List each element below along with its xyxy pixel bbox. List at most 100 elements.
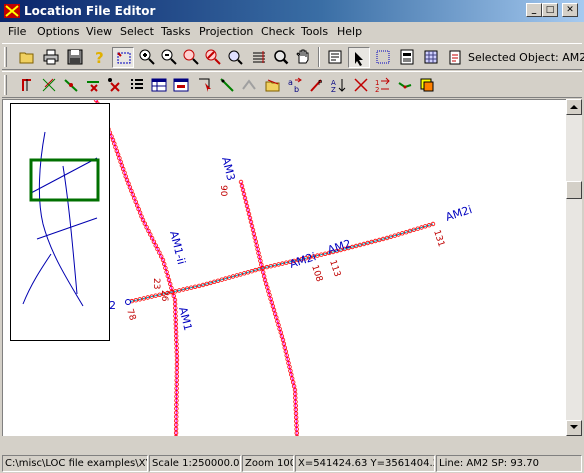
delete-line-button[interactable] (350, 75, 372, 96)
select-object-button[interactable] (348, 47, 370, 68)
reverse-line-button[interactable]: P (306, 75, 328, 96)
close-button[interactable]: ✕ (562, 3, 578, 17)
find-button[interactable] (270, 47, 292, 68)
vertical-scrollbar[interactable] (566, 99, 582, 436)
menu-tools[interactable]: Tools (301, 25, 328, 38)
layers-button[interactable] (248, 47, 270, 68)
rename-button[interactable]: ab (284, 75, 306, 96)
arrow-down-icon (570, 425, 578, 429)
dotted-rectangle-icon (376, 50, 390, 64)
station-label-108: 108 (309, 264, 324, 284)
station-label-23: 23 (151, 278, 161, 289)
status-file-path: C:\misc\LOC file examples\XY (2, 455, 148, 472)
zoom-window-button[interactable] (180, 47, 202, 68)
open-layer-button[interactable] (262, 75, 284, 96)
line-label-am3[interactable]: AM3 (219, 156, 237, 182)
map-canvas[interactable]: AM3 AM1-ii AM1 AM2i AM2 AM2i 90 131 113 … (2, 99, 566, 436)
number-points-button[interactable]: 12 (372, 75, 394, 96)
help-button[interactable]: ? (88, 47, 110, 68)
zoom-previous-icon (205, 49, 221, 65)
menu-view[interactable]: View (86, 25, 112, 38)
join-line-button[interactable] (60, 75, 82, 96)
interpolate-button[interactable] (394, 75, 416, 96)
print-button[interactable] (40, 47, 62, 68)
station-label-113: 113 (327, 259, 342, 278)
status-coordinates: X=541424.63 Y=3561404.20 (295, 455, 435, 472)
toolbar-grip[interactable] (4, 75, 7, 95)
line-label-am2i-end[interactable]: AM2i (444, 203, 474, 224)
line-label-am1-ii[interactable]: AM1-ii (167, 230, 188, 266)
tools-button[interactable] (420, 47, 442, 68)
overview-map[interactable] (10, 103, 110, 341)
help-icon: ? (95, 49, 104, 65)
layers-icon (253, 51, 265, 63)
menu-select[interactable]: Select (120, 25, 154, 38)
delete-point-icon (108, 78, 120, 92)
select-region-button[interactable] (372, 47, 394, 68)
folder-line-icon (265, 79, 280, 92)
overview-map-view[interactable] (11, 104, 109, 340)
zoom-previous-button[interactable] (202, 47, 224, 68)
scroll-down-button[interactable] (566, 420, 582, 436)
delete-line-icon (354, 78, 368, 92)
line-label-am1[interactable]: AM1 (176, 306, 194, 332)
annotate-button[interactable] (416, 75, 438, 96)
magnifier-icon (274, 50, 289, 65)
menu-help[interactable]: Help (337, 25, 362, 38)
insert-point-button[interactable] (16, 75, 38, 96)
split-line-button[interactable] (38, 75, 60, 96)
delete-segment-button[interactable] (82, 75, 104, 96)
menu-projection[interactable]: Projection (199, 25, 253, 38)
overview-viewport-box[interactable] (29, 158, 100, 202)
menu-file[interactable]: File (8, 25, 26, 38)
save-button[interactable] (64, 47, 86, 68)
list-icon (131, 79, 143, 89)
number-points-icon: 12 (375, 77, 390, 93)
edit-toolbar: ab P AZ 12 (2, 71, 582, 98)
zoom-extents-button[interactable] (224, 47, 246, 68)
scroll-thumb[interactable] (566, 181, 582, 199)
renumber-button[interactable] (216, 75, 238, 96)
zoom-in-button[interactable] (136, 47, 158, 68)
maximize-button[interactable]: □ (542, 3, 558, 17)
overview-line (22, 253, 52, 305)
zoom-out-button[interactable] (158, 47, 180, 68)
status-zoom: Zoom 100 (242, 455, 294, 472)
title-bar: Location File Editor _ □ ✕ (0, 0, 584, 22)
toolbar-grip[interactable] (4, 47, 7, 67)
arrow-up-icon (570, 105, 578, 109)
menu-check[interactable]: Check (261, 25, 295, 38)
minimize-button[interactable]: _ (526, 3, 542, 17)
delete-point-button[interactable] (104, 75, 126, 96)
list-points-button[interactable] (126, 75, 148, 96)
menu-tasks[interactable]: Tasks (161, 25, 190, 38)
move-point-button[interactable] (194, 75, 216, 96)
station-label-78: 78 (124, 308, 137, 322)
table-edit-button[interactable] (170, 75, 192, 96)
open-file-button[interactable] (16, 47, 38, 68)
select-rectangle-icon (117, 52, 131, 64)
table-view-button[interactable] (148, 75, 170, 96)
svg-text:P: P (318, 79, 322, 87)
station-label-2: 2 (109, 299, 116, 312)
pan-button[interactable] (292, 47, 314, 68)
line-label-am2[interactable]: AM2 (326, 237, 353, 257)
clipboard-icon (449, 50, 461, 65)
window-title: Location File Editor (24, 4, 156, 18)
scroll-up-button[interactable] (566, 99, 582, 115)
station-label-131: 131 (431, 229, 446, 248)
attributes-button[interactable] (396, 47, 418, 68)
pointer-icon (355, 52, 363, 66)
menu-options[interactable]: Options (37, 25, 79, 38)
line-start-marker[interactable] (125, 299, 131, 305)
table-edit-icon (173, 78, 189, 92)
status-bar: C:\misc\LOC file examples\XY Scale 1:250… (0, 453, 584, 473)
main-toolbar: ? Selected Object: AM2 (2, 43, 584, 70)
object-info-button[interactable] (444, 47, 466, 68)
select-box-button[interactable] (112, 47, 134, 68)
svg-text:b: b (294, 85, 299, 93)
smooth-line-button[interactable] (238, 75, 260, 96)
sort-button[interactable]: AZ (328, 75, 350, 96)
status-line-sp: Line: AM2 SP: 93.70 (436, 455, 582, 472)
properties-button[interactable] (324, 47, 346, 68)
